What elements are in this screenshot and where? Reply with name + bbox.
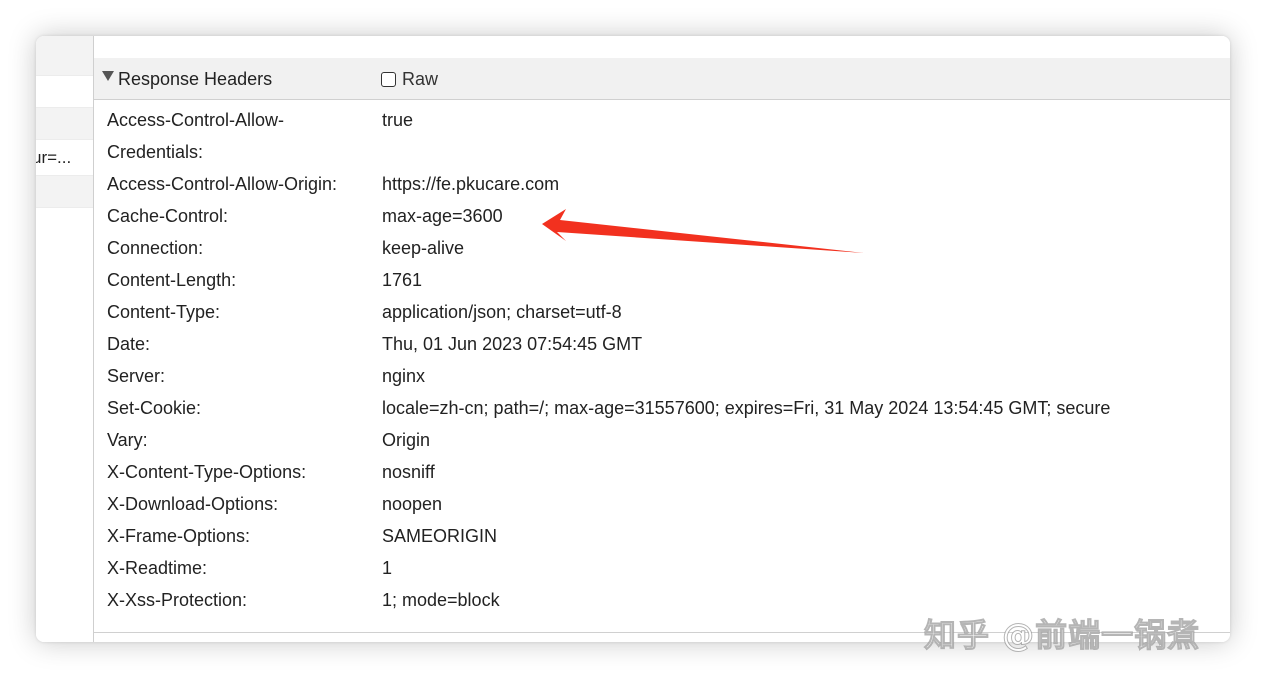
header-name: Server: xyxy=(107,366,166,386)
header-name: Access-Control-Allow-Credentials: xyxy=(107,110,285,162)
header-row: Access-Control-Allow-Origin: https://fe.p… xyxy=(94,168,1230,200)
header-name: Date: xyxy=(107,334,151,354)
header-name: X-Readtime: xyxy=(107,558,208,578)
header-value: nginx xyxy=(382,366,426,386)
header-name: Access-Control-Allow-Origin: xyxy=(107,174,338,194)
header-name: Cache-Control: xyxy=(107,206,229,226)
request-name-truncated: ur=... xyxy=(36,148,72,167)
header-row: Set-Cookie: locale=zh-cn; path=/; max-age… xyxy=(94,392,1230,424)
header-name: X-Download-Options: xyxy=(107,494,279,514)
section-title[interactable]: Response Headers xyxy=(118,69,272,90)
request-list-row[interactable] xyxy=(36,36,93,76)
header-value: noopen xyxy=(382,494,443,514)
header-value: 1 xyxy=(382,558,393,578)
request-list-row[interactable] xyxy=(36,108,93,140)
header-row: X-Content-Type-Options: nosniff xyxy=(94,456,1230,488)
header-value: SAMEORIGIN xyxy=(382,526,498,546)
header-name: Connection: xyxy=(107,238,204,258)
header-value: Thu, 01 Jun 2023 07:54:45 GMT xyxy=(382,334,643,354)
header-value: 1; mode=block xyxy=(382,590,500,610)
header-row: Connection: keep-alive xyxy=(94,232,1230,264)
header-name: X-Content-Type-Options: xyxy=(107,462,307,482)
header-value: https://fe.pkucare.com xyxy=(382,174,560,194)
header-value: nosniff xyxy=(382,462,435,482)
raw-checkbox[interactable] xyxy=(381,71,396,87)
header-value: Origin xyxy=(382,430,431,450)
request-list-row[interactable]: ur=... xyxy=(36,140,93,176)
header-row: X-Frame-Options: SAMEORIGIN xyxy=(94,520,1230,552)
header-name: Content-Type: xyxy=(107,302,221,322)
header-row: Date: Thu, 01 Jun 2023 07:54:45 GMT xyxy=(94,328,1230,360)
header-name: Vary: xyxy=(107,430,148,450)
header-value: max-age=3600 xyxy=(382,206,503,226)
raw-label[interactable]: Raw xyxy=(402,69,438,90)
header-value: application/json; charset=utf-8 xyxy=(382,302,622,322)
header-row: Cache-Control: max-age=3600 xyxy=(94,200,1230,232)
header-value: 1761 xyxy=(382,270,423,290)
header-row: Vary: Origin xyxy=(94,424,1230,456)
header-name: X-Frame-Options: xyxy=(107,526,251,546)
response-headers-section-header[interactable]: Response Headers Raw xyxy=(94,58,1230,100)
header-name: X-Xss-Protection: xyxy=(107,590,248,610)
previous-section-strip xyxy=(94,36,1230,59)
headers-panel: Response Headers Raw Access-Control-Allo… xyxy=(94,36,1230,642)
header-row: Server: nginx xyxy=(94,360,1230,392)
request-list-sidebar: ur=... xyxy=(36,36,94,642)
header-row: X-Download-Options: noopen xyxy=(94,488,1230,520)
header-name: Content-Length: xyxy=(107,270,237,290)
header-row: X-Readtime: 1 xyxy=(94,552,1230,584)
header-row: Content-Length: 1761 xyxy=(94,264,1230,296)
disclosure-triangle-icon[interactable] xyxy=(102,71,114,81)
request-list-row[interactable] xyxy=(36,76,93,108)
raw-toggle[interactable]: Raw xyxy=(381,68,438,90)
header-row: Access-Control-Allow-Credentials: true xyxy=(94,104,1230,168)
header-value: locale=zh-cn; path=/; max-age=31557600; … xyxy=(382,398,1111,418)
devtools-window: ur=... Response Headers Raw Access-Contr… xyxy=(36,36,1230,642)
watermark: 知乎 @前端一锅煮 xyxy=(923,616,1201,655)
request-list-row[interactable] xyxy=(36,176,93,208)
header-name: Set-Cookie: xyxy=(107,398,202,418)
header-value: true xyxy=(382,110,414,130)
header-value: keep-alive xyxy=(382,238,465,258)
header-row: Content-Type: application/json; charset=u… xyxy=(94,296,1230,328)
